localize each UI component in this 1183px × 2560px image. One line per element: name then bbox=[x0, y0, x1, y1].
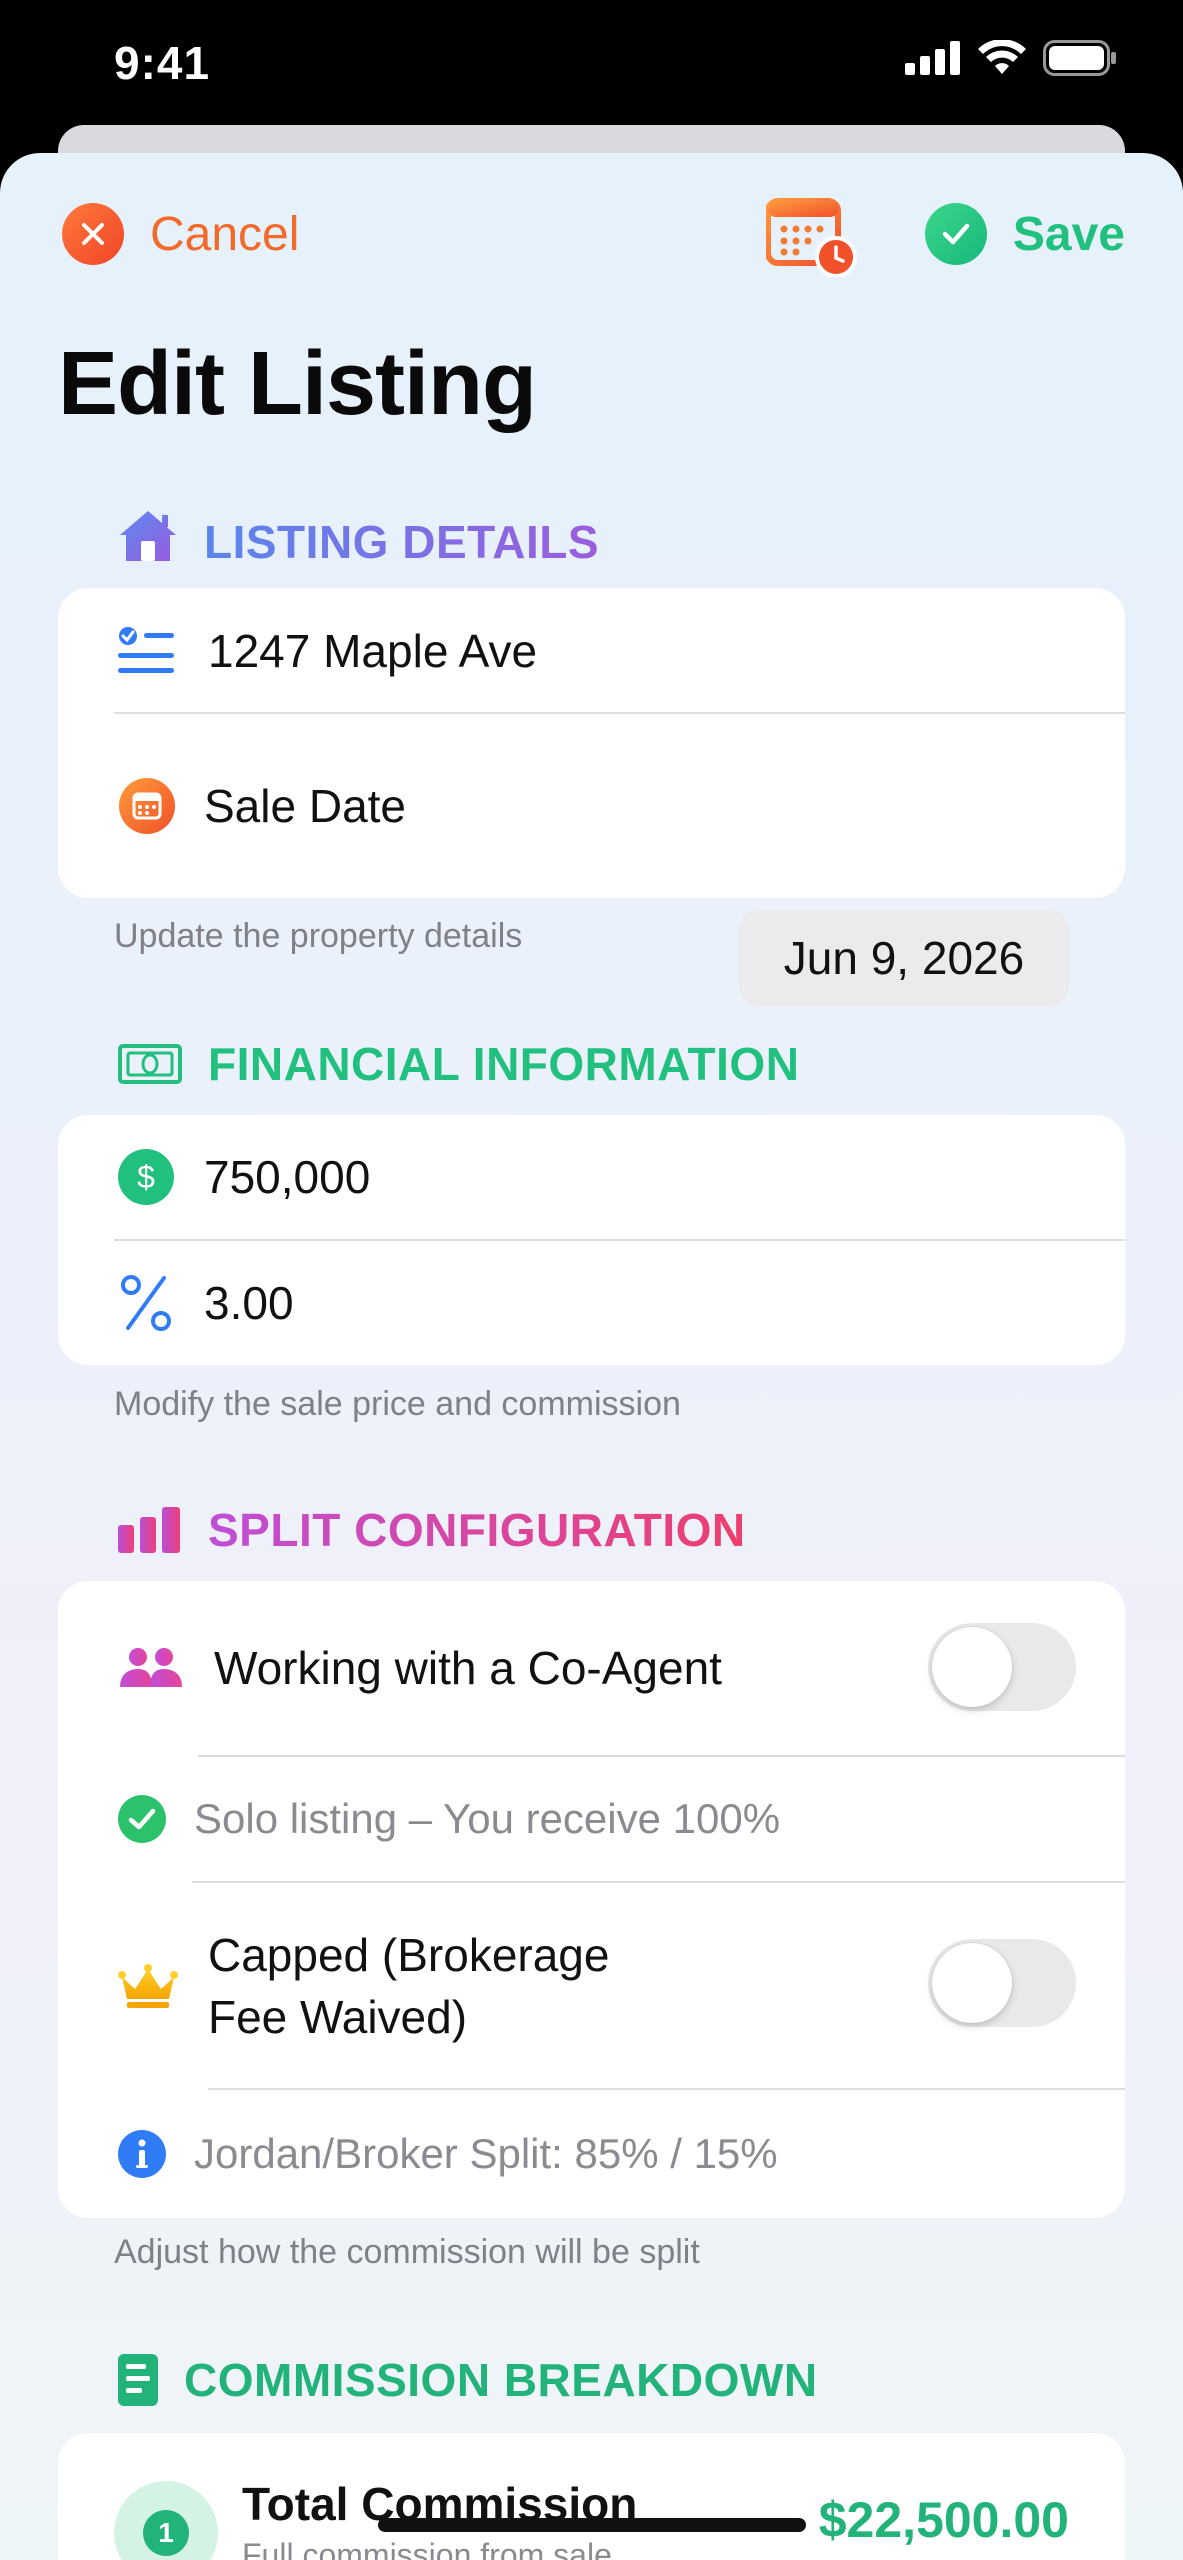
cancel-label: Cancel bbox=[150, 207, 300, 261]
crown-icon bbox=[118, 1963, 178, 2009]
listing-details-title: LISTING DETAILS bbox=[204, 515, 600, 568]
listing-details-card: 1247 Maple Ave Sale Date Jun 9, 2026 bbox=[58, 588, 1125, 1006]
status-icons bbox=[905, 39, 1117, 81]
save-button[interactable]: Save bbox=[924, 203, 1125, 265]
banknote-icon bbox=[118, 1044, 182, 1084]
total-commission-value: $22,500.00 bbox=[818, 2492, 1069, 2548]
split-configuration-card: Working with a Co-Agent Solo listing – Y… bbox=[58, 1581, 1125, 2218]
bar-chart-icon bbox=[118, 1507, 182, 1553]
check-circle-icon bbox=[118, 1795, 166, 1843]
sale-price-field: 750,000 bbox=[204, 1151, 371, 1203]
navigation-bar: Cancel Save bbox=[0, 153, 1183, 313]
total-commission-row: 1 Total Commission Full commission from … bbox=[58, 2433, 1125, 2560]
save-label: Save bbox=[1012, 207, 1125, 261]
home-indicator[interactable] bbox=[378, 2518, 806, 2532]
split-configuration-header: SPLIT CONFIGURATION bbox=[118, 1503, 746, 1557]
percent-icon bbox=[118, 1274, 174, 1332]
financial-information-footer: Modify the sale price and commission bbox=[114, 1385, 681, 1423]
info-icon bbox=[118, 2130, 166, 2178]
total-commission-sublabel: Full commission from sale bbox=[242, 2537, 612, 2560]
co-agent-toggle[interactable] bbox=[928, 1623, 1076, 1711]
checklist-icon bbox=[118, 626, 176, 676]
sale-date-label: Sale Date bbox=[204, 780, 407, 832]
status-time: 9:41 bbox=[114, 37, 211, 89]
capped-label-line2: Fee Waived) bbox=[208, 1991, 468, 2043]
sale-date-row: Sale Date bbox=[58, 714, 1125, 898]
svg-text:$: $ bbox=[137, 1159, 155, 1195]
house-icon bbox=[118, 509, 178, 574]
wifi-icon bbox=[977, 39, 1027, 81]
people-icon bbox=[118, 1647, 184, 1689]
battery-icon bbox=[1043, 40, 1117, 81]
toggle-knob bbox=[932, 1627, 1012, 1707]
listing-details-header: LISTING DETAILS bbox=[118, 509, 599, 574]
commission-rate-row[interactable]: 3.00 bbox=[58, 1241, 1125, 1365]
cancel-button[interactable]: Cancel bbox=[62, 203, 299, 265]
co-agent-label: Working with a Co-Agent bbox=[214, 1642, 722, 1694]
split-info-row: Jordan/Broker Split: 85% / 15% bbox=[58, 2090, 1125, 2218]
solo-info-row: Solo listing – You receive 100% bbox=[58, 1757, 1125, 1881]
dollar-sign-icon: $ bbox=[118, 1149, 174, 1205]
document-icon bbox=[118, 2354, 158, 2406]
sale-price-row[interactable]: $ 750,000 bbox=[58, 1115, 1125, 1239]
commission-breakdown-card: 1 Total Commission Full commission from … bbox=[58, 2433, 1125, 2560]
edit-listing-sheet: Cancel Save Edit Listing LISTING DETAILS… bbox=[0, 153, 1183, 2560]
financial-information-card: $ 750,000 3.00 bbox=[58, 1115, 1125, 1365]
schedule-button[interactable] bbox=[765, 195, 857, 278]
financial-information-title: FINANCIAL INFORMATION bbox=[208, 1038, 800, 1090]
cellular-signal-icon bbox=[905, 41, 961, 80]
listing-details-footer: Update the property details bbox=[114, 917, 523, 955]
capped-label-line1: Capped (Brokerage bbox=[208, 1929, 610, 1981]
split-info-text: Jordan/Broker Split: 85% / 15% bbox=[194, 2130, 778, 2177]
step-badge: 1 bbox=[114, 2481, 218, 2560]
sale-date-value: Jun 9, 2026 bbox=[783, 932, 1025, 984]
commission-breakdown-header: COMMISSION BREAKDOWN bbox=[118, 2353, 818, 2407]
checkmark-icon bbox=[924, 203, 987, 265]
commission-breakdown-title: COMMISSION BREAKDOWN bbox=[184, 2354, 818, 2406]
step-number: 1 bbox=[143, 2510, 189, 2556]
split-configuration-footer: Adjust how the commission will be split bbox=[114, 2233, 700, 2271]
financial-information-header: FINANCIAL INFORMATION bbox=[118, 1037, 799, 1091]
capped-toggle[interactable] bbox=[928, 1939, 1076, 2027]
calendar-clock-icon bbox=[765, 198, 858, 281]
toggle-knob bbox=[932, 1943, 1012, 2023]
capped-label: Capped (Brokerage Fee Waived) bbox=[208, 1924, 609, 2048]
address-field: 1247 Maple Ave bbox=[208, 624, 538, 677]
solo-info-text: Solo listing – You receive 100% bbox=[194, 1795, 781, 1842]
sale-date-picker[interactable]: Jun 9, 2026 bbox=[739, 910, 1069, 1006]
commission-rate-field: 3.00 bbox=[204, 1277, 294, 1329]
address-row[interactable]: 1247 Maple Ave bbox=[58, 588, 1125, 713]
page-title: Edit Listing bbox=[58, 334, 537, 434]
calendar-icon bbox=[118, 777, 176, 835]
status-bar: 9:41 bbox=[0, 0, 1183, 130]
split-configuration-title: SPLIT CONFIGURATION bbox=[208, 1504, 746, 1556]
close-icon bbox=[62, 203, 124, 265]
